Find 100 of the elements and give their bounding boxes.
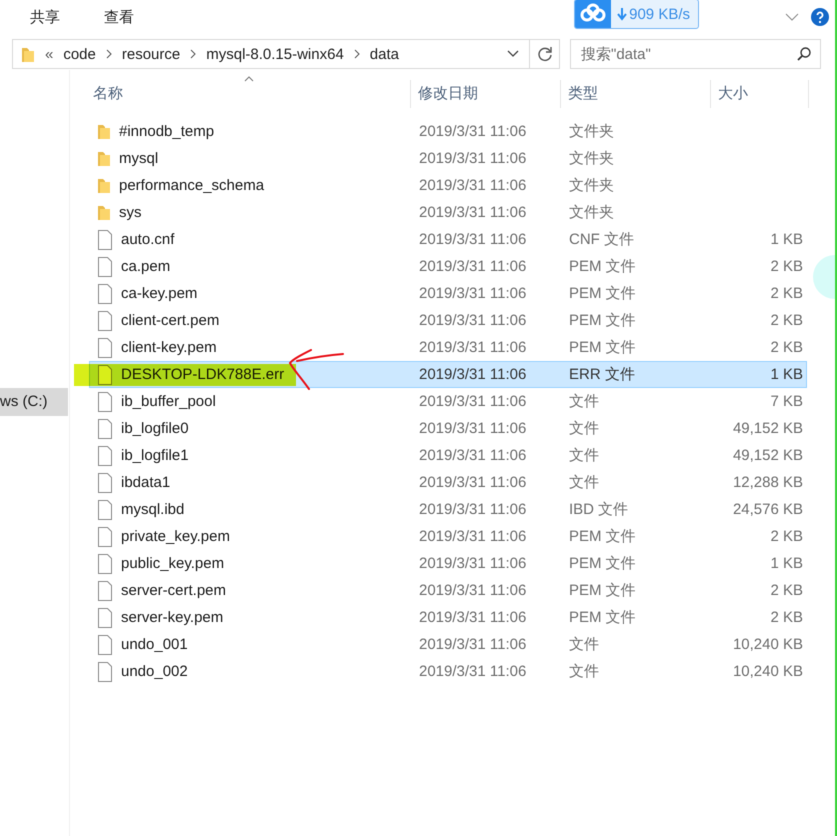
modified-date: 2019/3/31 11:06: [419, 663, 528, 680]
folder-icon: [97, 123, 111, 140]
column-header[interactable]: 大小: [711, 80, 809, 108]
file-type: PEM 文件: [569, 284, 637, 303]
chevron-right-icon: [106, 49, 112, 59]
file-row[interactable]: server-key.pem 2019/3/31 11:06 PEM 文件 2 KB: [89, 604, 807, 631]
file-type: 文件夹: [569, 122, 615, 141]
file-type: PEM 文件: [569, 257, 637, 276]
address-bar[interactable]: « code resource mysql-8.0.15-winx64 data: [12, 39, 530, 69]
file-row[interactable]: ca.pem 2019/3/31 11:06 PEM 文件 2 KB: [89, 253, 807, 280]
ribbon-tab[interactable]: 共享: [20, 8, 70, 26]
file-name: mysql: [119, 150, 158, 167]
file-name: ib_logfile1: [121, 447, 189, 464]
file-type: 文件夹: [569, 149, 615, 168]
file-size: 2 KB: [770, 528, 803, 545]
file-name: sys: [119, 204, 142, 221]
file-row[interactable]: client-key.pem 2019/3/31 11:06 PEM 文件 2 KB: [89, 334, 807, 361]
cloud-icon: [575, 0, 612, 28]
file-row[interactable]: undo_002 2019/3/31 11:06 文件 10,240 KB: [89, 658, 807, 685]
folder-icon: [97, 150, 111, 167]
file-row[interactable]: client-cert.pem 2019/3/31 11:06 PEM 文件 2 KB: [89, 307, 807, 334]
file-icon: [97, 230, 113, 250]
file-name: server-cert.pem: [121, 582, 226, 599]
file-icon: [97, 446, 113, 466]
column-header[interactable]: 修改日期: [411, 80, 561, 108]
file-size: 1 KB: [770, 555, 803, 572]
file-size: 1 KB: [770, 366, 803, 383]
file-row[interactable]: mysql.ibd 2019/3/31 11:06 IBD 文件 24,576 KB: [89, 496, 807, 523]
file-name: client-key.pem: [121, 339, 217, 356]
file-type: PEM 文件: [569, 527, 637, 546]
modified-date: 2019/3/31 11:06: [419, 150, 528, 167]
modified-date: 2019/3/31 11:06: [419, 393, 528, 410]
file-name: undo_002: [121, 663, 188, 680]
help-icon: [811, 8, 829, 26]
file-name: auto.cnf: [121, 231, 174, 248]
file-icon: [97, 392, 113, 412]
breadcrumb[interactable]: resource: [122, 46, 180, 62]
file-name: ibdata1: [121, 474, 170, 491]
file-size: 2 KB: [770, 582, 803, 599]
file-name: ib_buffer_pool: [121, 393, 216, 410]
file-type: PEM 文件: [569, 581, 637, 600]
modified-date: 2019/3/31 11:06: [419, 204, 528, 221]
file-type: PEM 文件: [569, 311, 637, 330]
column-header[interactable]: 类型: [561, 80, 711, 108]
dropdown-icon: [507, 50, 519, 58]
file-icon: [97, 608, 113, 628]
sort-caret-icon: [244, 76, 254, 82]
file-size: 49,152 KB: [732, 420, 803, 437]
file-row[interactable]: private_key.pem 2019/3/31 11:06 PEM 文件 2 KB: [89, 523, 807, 550]
file-row[interactable]: ib_buffer_pool 2019/3/31 11:06 文件 7 KB: [89, 388, 807, 415]
file-size: 1 KB: [770, 231, 803, 248]
sidebar-item[interactable]: ws (C:): [0, 388, 68, 416]
modified-date: 2019/3/31 11:06: [419, 474, 528, 491]
file-row[interactable]: ib_logfile0 2019/3/31 11:06 文件 49,152 KB: [89, 415, 807, 442]
file-row[interactable]: mysql 2019/3/31 11:06 文件夹: [89, 145, 807, 172]
refresh-button[interactable]: [530, 39, 560, 69]
file-row[interactable]: ca-key.pem 2019/3/31 11:06 PEM 文件 2 KB: [89, 280, 807, 307]
file-type: 文件: [569, 392, 600, 411]
file-size: 7 KB: [770, 393, 803, 410]
file-type: 文件夹: [569, 176, 615, 195]
file-type: 文件: [569, 662, 600, 681]
file-type: 文件夹: [569, 203, 615, 222]
file-row[interactable]: sys 2019/3/31 11:06 文件夹: [89, 199, 807, 226]
modified-date: 2019/3/31 11:06: [419, 366, 528, 383]
file-name: performance_schema: [119, 177, 264, 194]
file-row[interactable]: ibdata1 2019/3/31 11:06 文件 12,288 KB: [89, 469, 807, 496]
file-icon: [97, 310, 113, 330]
file-size: 2 KB: [770, 609, 803, 626]
folder-icon: [97, 177, 111, 194]
modified-date: 2019/3/31 11:06: [419, 555, 528, 572]
modified-date: 2019/3/31 11:06: [419, 177, 528, 194]
file-row[interactable]: public_key.pem 2019/3/31 11:06 PEM 文件 1 KB: [89, 550, 807, 577]
file-row[interactable]: #innodb_temp 2019/3/31 11:06 文件夹: [89, 118, 807, 145]
modified-date: 2019/3/31 11:06: [419, 636, 528, 653]
folder-icon: [97, 204, 111, 221]
file-row[interactable]: auto.cnf 2019/3/31 11:06 CNF 文件 1 KB: [89, 226, 807, 253]
breadcrumb[interactable]: code: [63, 46, 96, 62]
file-name: ib_logfile0: [121, 420, 189, 437]
search-field[interactable]: 搜索"data": [570, 39, 821, 69]
file-name: ca.pem: [121, 258, 170, 275]
modified-date: 2019/3/31 11:06: [419, 339, 528, 356]
file-icon: [97, 338, 113, 358]
file-name: private_key.pem: [121, 528, 230, 545]
file-size: 2 KB: [770, 258, 803, 275]
modified-date: 2019/3/31 11:06: [419, 285, 528, 302]
file-row[interactable]: ib_logfile1 2019/3/31 11:06 文件 49,152 KB: [89, 442, 807, 469]
file-name: DESKTOP-LDK788E.err: [121, 366, 284, 383]
file-type: 文件: [569, 419, 600, 438]
file-row[interactable]: server-cert.pem 2019/3/31 11:06 PEM 文件 2 KB: [89, 577, 807, 604]
file-row[interactable]: undo_001 2019/3/31 11:06 文件 10,240 KB: [89, 631, 807, 658]
overflow-chevron[interactable]: «: [45, 46, 54, 62]
download-speed: 909 KB/s: [629, 6, 690, 22]
file-row[interactable]: performance_schema 2019/3/31 11:06 文件夹: [89, 172, 807, 199]
modified-date: 2019/3/31 11:06: [419, 231, 528, 248]
file-size: 49,152 KB: [732, 447, 803, 464]
refresh-icon: [536, 46, 552, 62]
column-header[interactable]: 名称: [89, 80, 411, 108]
breadcrumb[interactable]: data: [370, 46, 399, 62]
breadcrumb[interactable]: mysql-8.0.15-winx64: [206, 46, 344, 62]
ribbon-tab[interactable]: 查看: [94, 8, 144, 26]
